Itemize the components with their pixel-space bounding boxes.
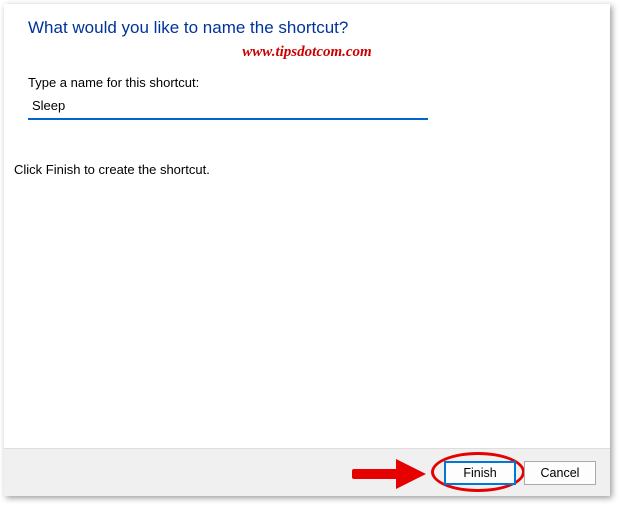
- shortcut-name-input[interactable]: [28, 94, 428, 120]
- watermark-text: www.tipsdotcom.com: [28, 44, 586, 61]
- instruction-text: Click Finish to create the shortcut.: [14, 162, 586, 177]
- create-shortcut-dialog: What would you like to name the shortcut…: [4, 4, 610, 496]
- dialog-button-bar: Finish Cancel: [4, 448, 610, 496]
- red-arrow-annotation: [352, 459, 426, 489]
- dialog-heading: What would you like to name the shortcut…: [28, 18, 586, 38]
- shortcut-name-label: Type a name for this shortcut:: [28, 75, 586, 90]
- cancel-button[interactable]: Cancel: [524, 461, 596, 485]
- dialog-content: What would you like to name the shortcut…: [4, 4, 610, 448]
- finish-button[interactable]: Finish: [444, 461, 516, 485]
